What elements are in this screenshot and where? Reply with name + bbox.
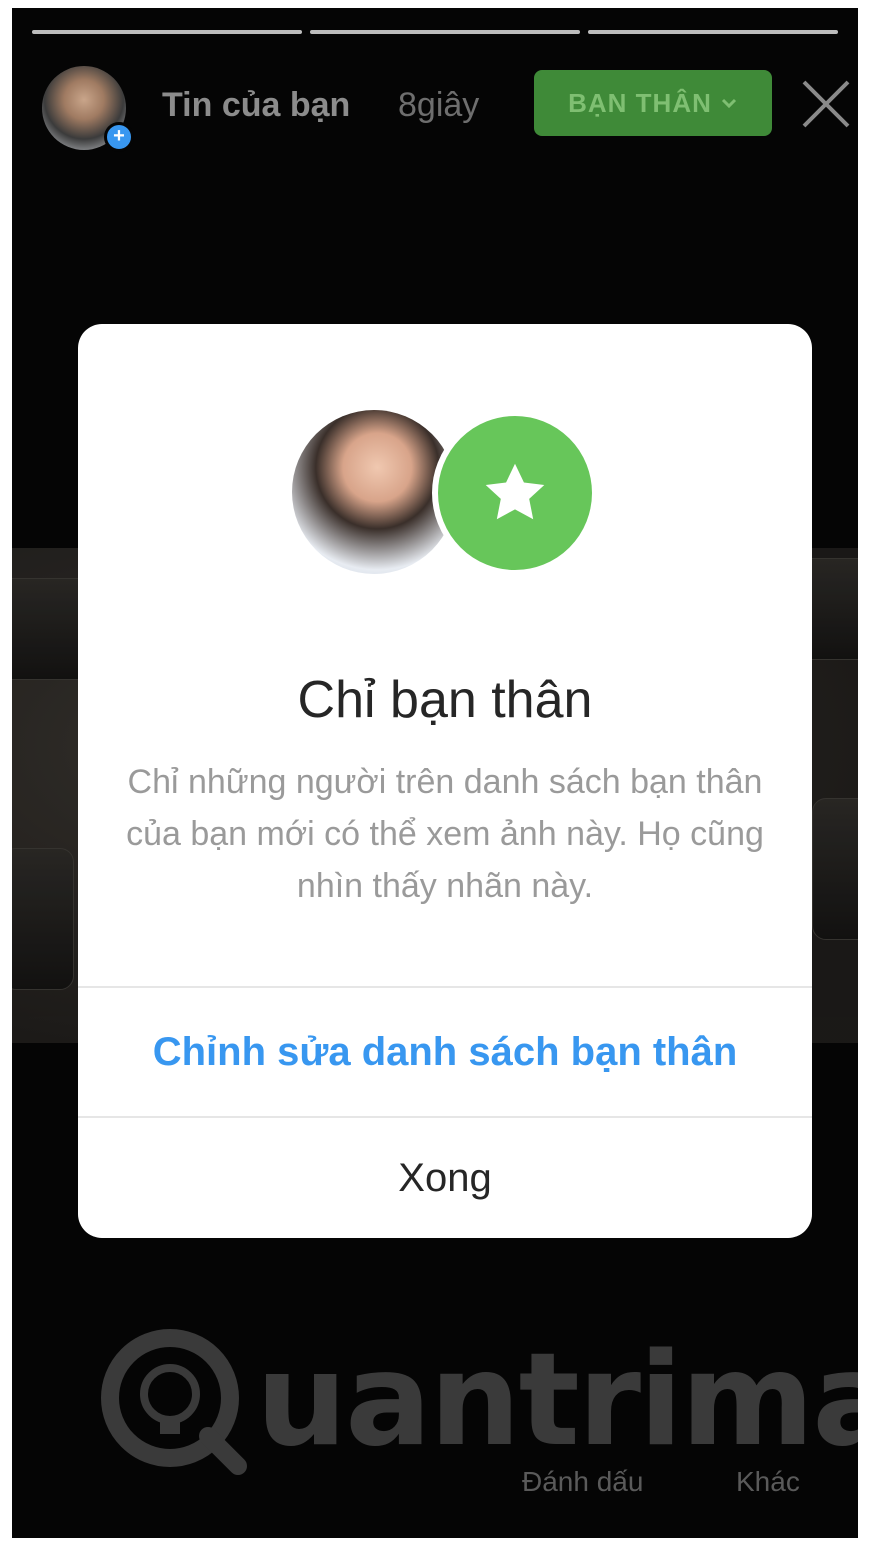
story-timestamp: 8giây [398,86,480,124]
keyboard-key [12,848,74,990]
watermark-text: uantrimang [256,1326,858,1475]
keyboard-key [812,798,858,940]
chevron-down-icon [721,98,736,109]
add-icon[interactable]: + [104,122,134,152]
close-friends-dialog: Chỉ bạn thân Chỉ những người trên danh s… [78,324,812,1238]
dialog-title: Chỉ bạn thân [297,671,593,729]
star-icon [485,463,545,520]
story-progress-segment [310,30,580,34]
edit-close-friends-button[interactable]: Chỉnh sửa danh sách bạn thân [78,988,812,1116]
story-progress-segment [32,30,302,34]
story-viewer: + Tin của bạn 8giây BẠN THÂN uantrimang … [12,8,858,1538]
close-friends-button[interactable]: BẠN THÂN [534,70,772,136]
story-title: Tin của bạn [162,86,351,124]
done-button[interactable]: Xong [78,1118,812,1238]
story-progress-segment [588,30,838,34]
close-friends-badge [432,410,598,576]
more-label[interactable]: Khác [736,1466,800,1498]
close-friends-label: BẠN THÂN [568,87,712,118]
mark-label[interactable]: Đánh dấu [522,1466,643,1498]
watermark: uantrimang [98,1326,858,1476]
lightbulb-logo-icon [101,1329,247,1475]
close-icon[interactable] [798,76,854,132]
dialog-description: Chỉ những người trên danh sách bạn thân … [126,763,764,905]
